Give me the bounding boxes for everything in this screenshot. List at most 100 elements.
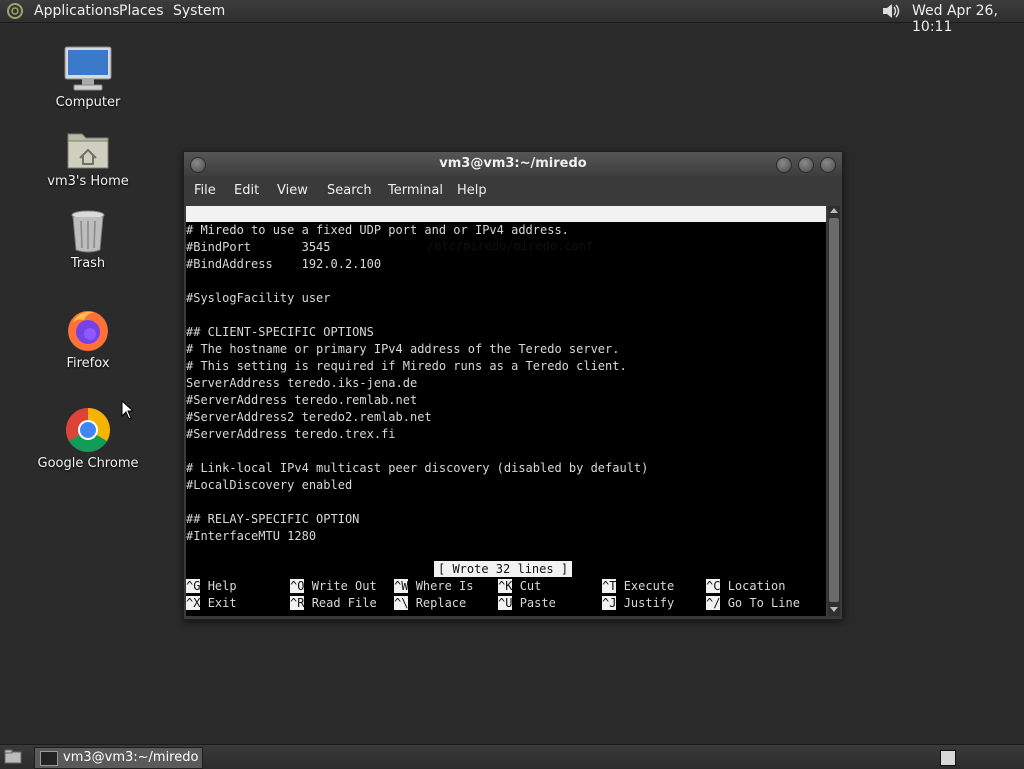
desktop-icon-trash[interactable]: Trash [33, 208, 143, 271]
nano-text-line[interactable]: #ServerAddress teredo.remlab.net [186, 392, 417, 409]
close-button[interactable] [820, 157, 836, 173]
home-folder-icon [67, 133, 109, 169]
nano-shortcut: ^R Read File [290, 595, 377, 612]
nano-text-line[interactable]: # Miredo to use a fixed UDP port and or … [186, 222, 569, 239]
nano-shortcut-label: Cut [519, 579, 542, 593]
nano-status-message: [ Wrote 32 lines ] [434, 561, 573, 577]
nano-shortcut-label: Help [207, 579, 237, 593]
clock[interactable]: Wed Apr 26, 10:11 [912, 3, 1024, 35]
nano-shortcut-label: Where Is [415, 579, 474, 593]
nano-shortcut: ^O Write Out [290, 578, 377, 595]
nano-text-line[interactable]: #SyslogFacility user [186, 290, 331, 307]
desktop-icon-home[interactable]: vm3's Home [33, 128, 143, 189]
menu-help[interactable]: Help [457, 183, 487, 198]
top-panel: Applications Places System Wed Apr 26, 1… [0, 0, 1024, 35]
nano-shortcut: ^U Paste [498, 595, 556, 612]
nano-shortcut-key: ^C [706, 579, 721, 593]
desktop-icon-label: Firefox [66, 356, 110, 371]
nano-shortcut-key: ^/ [706, 596, 721, 610]
nano-shortcut: ^K Cut [498, 578, 541, 595]
mouse-pointer-icon [121, 400, 133, 420]
nano-shortcut-label: Read File [311, 596, 377, 610]
nano-text-line[interactable]: # The hostname or primary IPv4 address o… [186, 341, 619, 358]
nano-text-line[interactable]: #InterfaceMTU 1280 [186, 528, 316, 545]
nano-shortcut-label: Execute [623, 579, 675, 593]
nano-shortcut: ^T Execute [602, 578, 674, 595]
desktop-icon-computer[interactable]: Computer [33, 45, 143, 110]
applications-menu[interactable]: Applications [34, 3, 120, 19]
scroll-up-arrow-icon[interactable] [830, 208, 838, 213]
terminal-content[interactable]: GNU nano 7.2 /etc/miredo/miredo.conf # M… [186, 206, 826, 616]
nano-text-line[interactable]: #BindPort 3545 [186, 239, 331, 256]
firefox-icon [68, 311, 108, 351]
nano-shortcut: ^\ Replace [394, 595, 466, 612]
nano-text-line[interactable]: #BindAddress 192.0.2.100 [186, 256, 381, 273]
workspace-switcher[interactable] [940, 750, 956, 766]
nano-shortcut-key: ^T [602, 579, 617, 593]
nano-shortcut: ^/ Go To Line [706, 595, 800, 612]
nano-shortcut-label: Exit [207, 596, 237, 610]
nano-shortcut-label: Go To Line [727, 596, 800, 610]
desktop-icon-label: vm3's Home [47, 174, 129, 189]
scroll-down-arrow-icon[interactable] [830, 607, 838, 612]
nano-shortcut-key: ^G [186, 579, 201, 593]
nano-text-line[interactable]: #LocalDiscovery enabled [186, 477, 352, 494]
nano-shortcut-label: Write Out [311, 579, 377, 593]
bottom-panel: vm3@vm3:~/miredo [0, 744, 1024, 769]
nano-shortcut-key: ^\ [394, 596, 409, 610]
nano-shortcut: ^X Exit [186, 595, 237, 612]
speaker-icon[interactable] [880, 1, 902, 21]
nano-text-line[interactable]: #ServerAddress2 teredo2.remlab.net [186, 409, 432, 426]
nano-shortcut-label: Paste [519, 596, 556, 610]
trash-icon [71, 210, 105, 253]
nano-shortcut-key: ^W [394, 579, 409, 593]
nano-text-line[interactable]: ## CLIENT-SPECIFIC OPTIONS [186, 324, 374, 341]
taskbar-terminal-button[interactable]: vm3@vm3:~/miredo [34, 747, 203, 769]
nano-shortcut: ^C Location [706, 578, 785, 595]
chrome-icon [66, 408, 110, 452]
maximize-button[interactable] [798, 157, 814, 173]
window-title: vm3@vm3:~/miredo [439, 156, 587, 171]
terminal-scrollbar[interactable] [828, 206, 840, 616]
minimize-button[interactable] [776, 157, 792, 173]
desktop-icon-label: Trash [70, 256, 106, 271]
nano-shortcut-key: ^X [186, 596, 201, 610]
nano-titlebar: GNU nano 7.2 /etc/miredo/miredo.conf [186, 206, 826, 253]
desktop-icon-label: Google Chrome [37, 456, 139, 471]
nano-shortcut-key: ^O [290, 579, 305, 593]
nano-shortcut-key: ^J [602, 596, 617, 610]
window-titlebar[interactable]: vm3@vm3:~/miredo [184, 152, 842, 176]
nano-text-line[interactable]: # This setting is required if Miredo run… [186, 358, 627, 375]
nano-shortcut-label: Justify [623, 596, 675, 610]
taskbar-label: vm3@vm3:~/miredo [63, 750, 199, 765]
nano-text-line[interactable]: ## RELAY-SPECIFIC OPTION [186, 511, 359, 528]
desktop-icon-firefox[interactable]: Firefox [33, 306, 143, 371]
menu-edit[interactable]: Edit [234, 183, 259, 198]
menu-terminal[interactable]: Terminal [388, 183, 443, 198]
menu-search[interactable]: Search [327, 183, 372, 198]
nano-text-line[interactable]: #ServerAddress teredo.trex.fi [186, 426, 396, 443]
nano-shortcut-label: Location [727, 579, 786, 593]
nano-filename: /etc/miredo/miredo.conf [427, 239, 594, 253]
menu-view[interactable]: View [277, 183, 308, 198]
nano-shortcut-key: ^U [498, 596, 513, 610]
nano-shortcut: ^W Where Is [394, 578, 473, 595]
system-menu[interactable]: System [173, 3, 225, 19]
nano-shortcut-key: ^R [290, 596, 305, 610]
desktop-icon-label: Computer [55, 95, 121, 110]
menu-logo-icon[interactable] [5, 2, 25, 20]
nano-shortcut-label: Replace [415, 596, 467, 610]
show-desktop-icon[interactable] [4, 749, 22, 765]
menu-file[interactable]: File [194, 183, 216, 198]
scrollbar-thumb[interactable] [829, 218, 839, 602]
window-menu-button[interactable] [190, 157, 206, 173]
places-menu[interactable]: Places [119, 3, 164, 19]
nano-text-line[interactable]: ServerAddress teredo.iks-jena.de [186, 375, 417, 392]
terminal-menubar: File Edit View Search Terminal Help [184, 178, 842, 202]
terminal-icon [40, 751, 58, 766]
nano-shortcut: ^G Help [186, 578, 237, 595]
terminal-window[interactable]: vm3@vm3:~/miredo File Edit View Search T… [183, 151, 843, 620]
nano-text-line[interactable]: # Link-local IPv4 multicast peer discove… [186, 460, 648, 477]
nano-shortcut-key: ^K [498, 579, 513, 593]
computer-icon [64, 46, 112, 91]
